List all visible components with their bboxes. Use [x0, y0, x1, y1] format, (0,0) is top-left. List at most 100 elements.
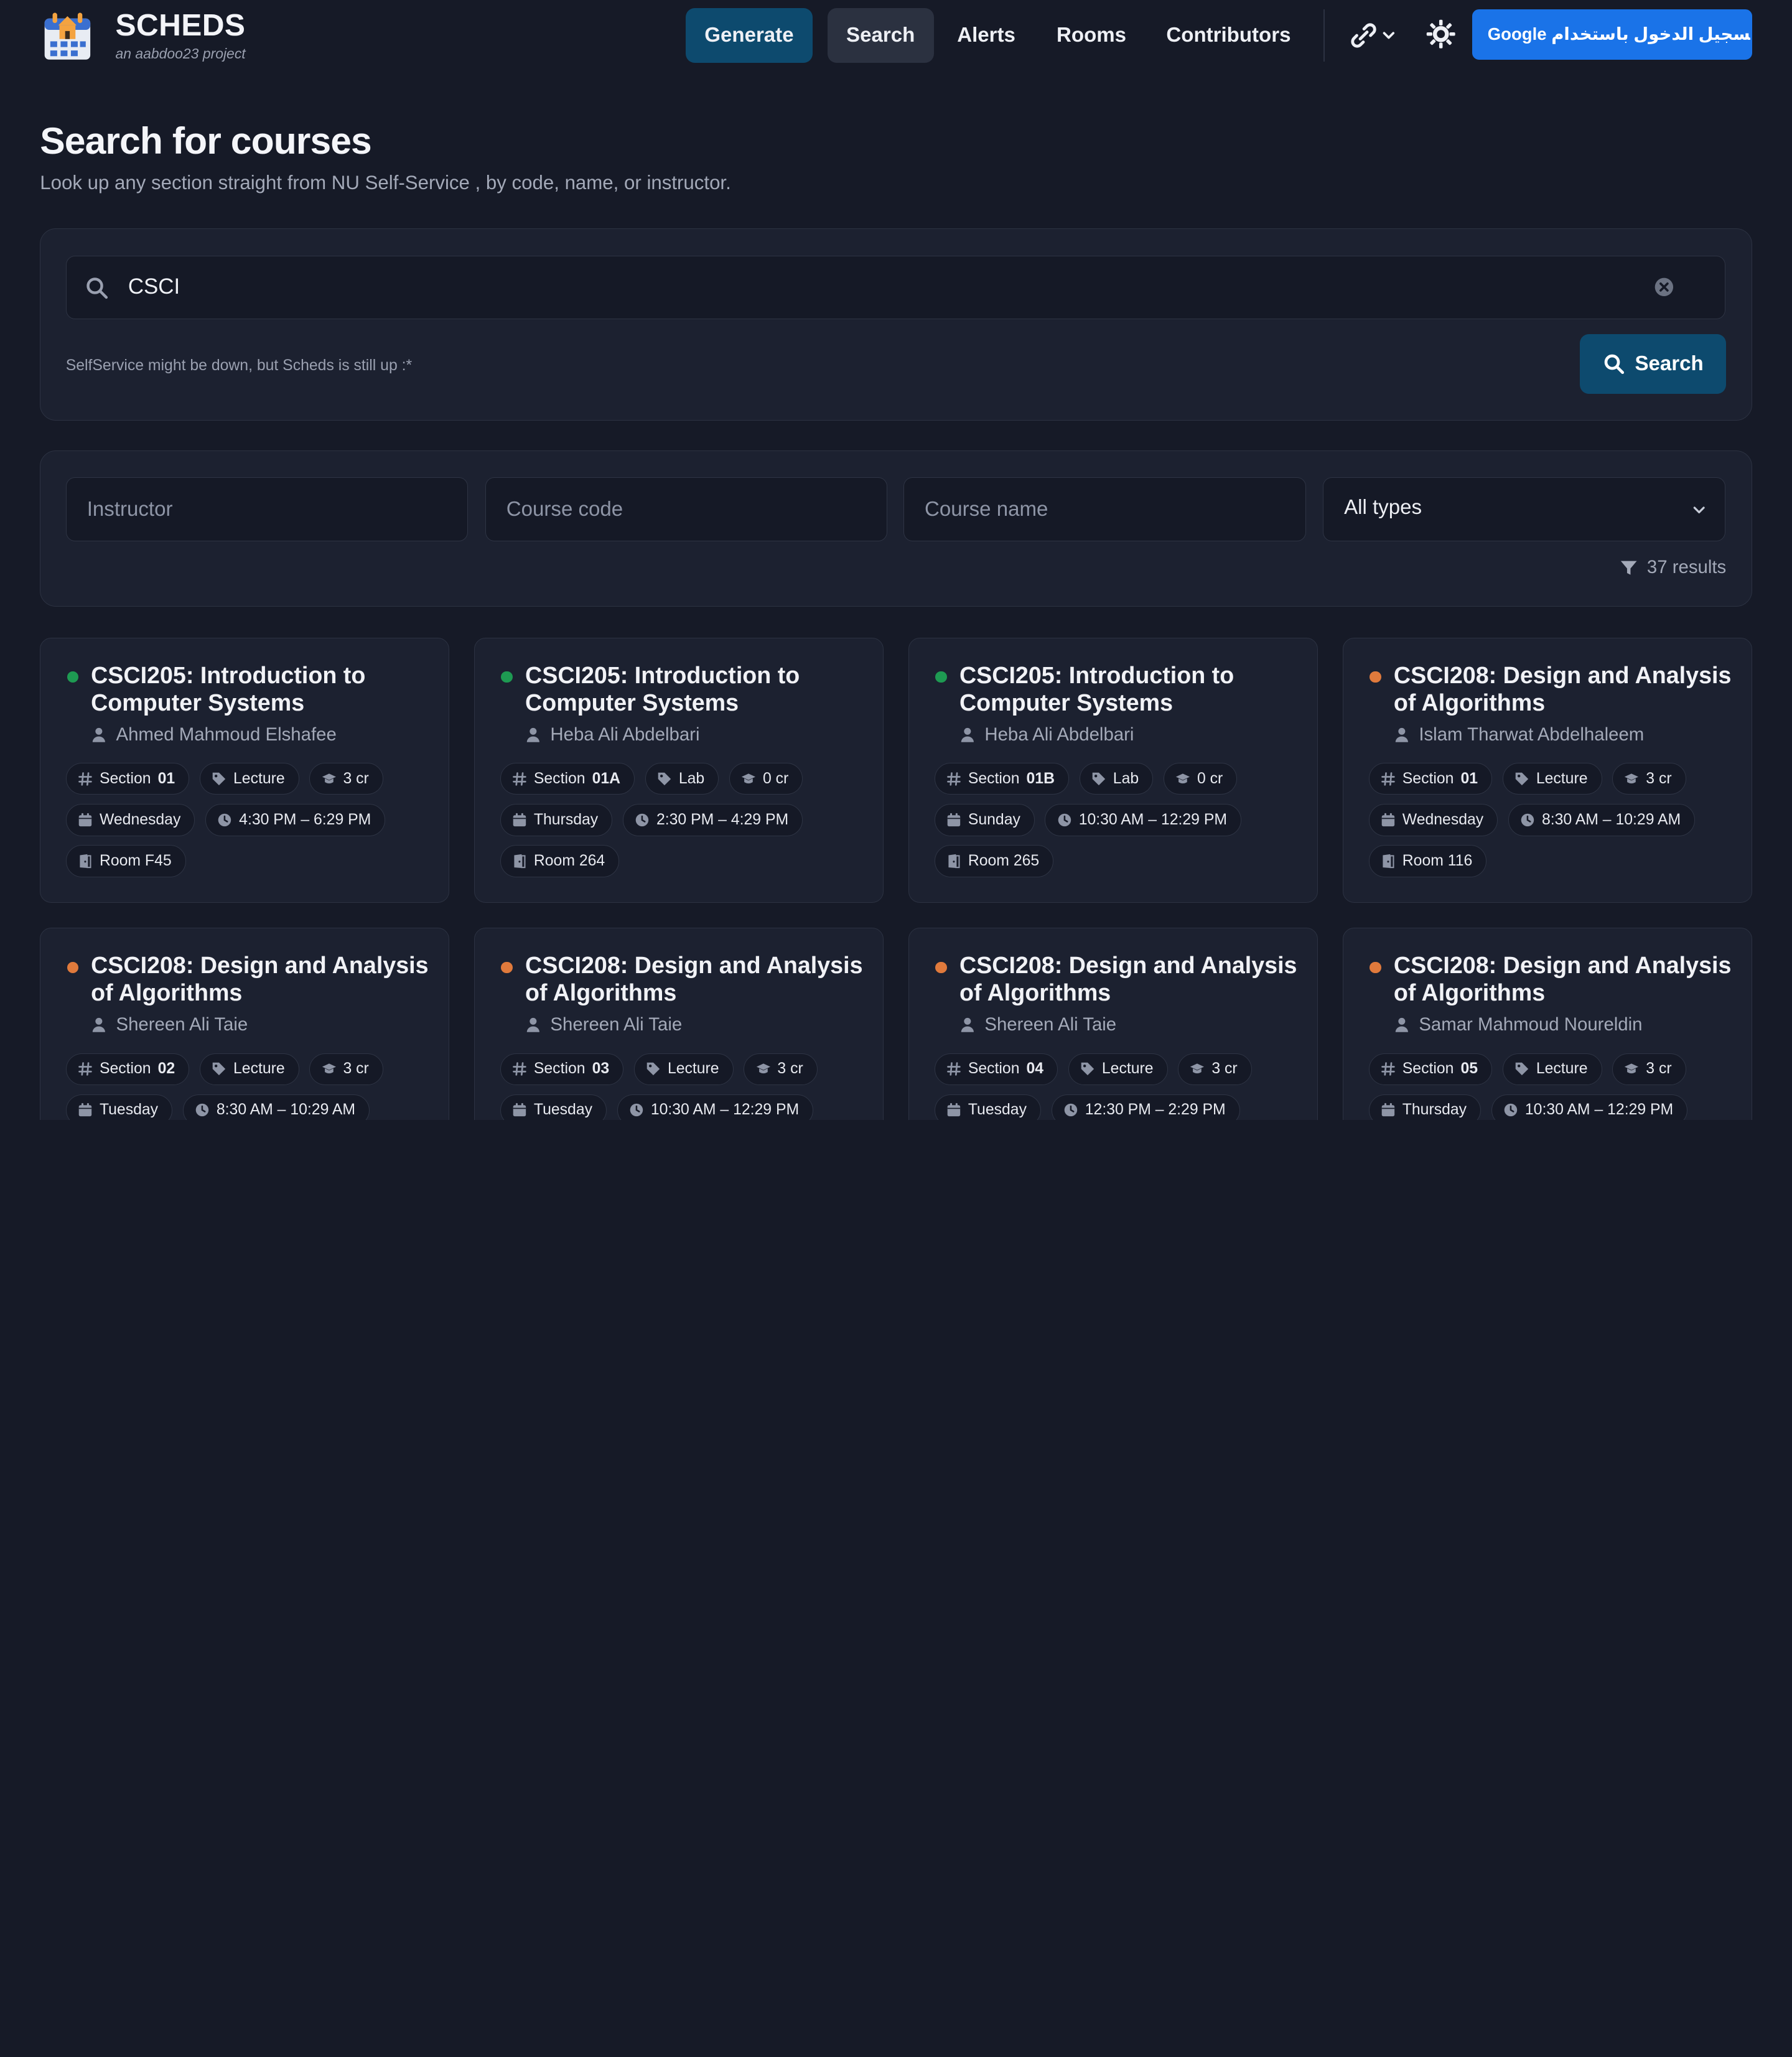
chip-row: Tuesday 12:30 PM – 2:29 PM [934, 1094, 1240, 1120]
chevron-down-icon [1383, 32, 1394, 39]
course-code-input[interactable] [506, 493, 861, 526]
calendar-icon [513, 1103, 526, 1117]
instructor-line: Ahmed Mahmoud Elshafee [91, 724, 337, 745]
status-dot [935, 961, 947, 973]
person-icon [1395, 1018, 1408, 1033]
nav-search-button[interactable]: Search [827, 7, 934, 63]
section-number: 01 [1460, 770, 1478, 787]
day-label: Tuesday [533, 1101, 593, 1119]
brand-subtitle: an aabdoo23 project [115, 45, 246, 62]
hash-icon [78, 772, 92, 786]
search-icon [1604, 354, 1625, 374]
time-chip: 8:30 AM – 10:29 AM [1508, 804, 1696, 836]
credits-chip: 3 cr [1612, 763, 1686, 795]
google-signin-button[interactable]: تسجيل الدخول باستخدام Google [1472, 9, 1752, 60]
search-button-label: Search [1635, 352, 1704, 376]
chip-row: Section 05 Lecture 3 cr [1368, 1053, 1686, 1085]
time-label: 2:30 PM – 4:29 PM [656, 811, 789, 828]
day-label: Tuesday [968, 1101, 1027, 1119]
clock-icon [195, 1104, 209, 1117]
type-select[interactable]: All types [1323, 477, 1725, 541]
type-label: Lecture [667, 1060, 719, 1078]
day-chip: Tuesday [934, 1094, 1041, 1120]
nav-rooms-button[interactable]: Rooms [1042, 8, 1141, 63]
clock-icon [1504, 1104, 1518, 1117]
search-input[interactable] [128, 269, 1614, 304]
section-number: 04 [1026, 1060, 1044, 1078]
day-chip: Wednesday [1368, 804, 1498, 836]
chip-row: Section 01 Lecture 3 cr [1368, 763, 1686, 795]
graduation-cap-icon [1625, 773, 1639, 784]
brand-title[interactable]: SCHEDS [116, 7, 246, 43]
navbar: SCHEDS an aabdoo23 project Generate Sear… [0, 0, 1792, 71]
results-count-label: 37 results [1646, 557, 1727, 578]
nav-contributors-button[interactable]: Contributors [1152, 8, 1305, 63]
time-chip: 8:30 AM – 10:29 AM [182, 1094, 370, 1120]
instructor-name: Heba Ali Abdelbari [550, 724, 700, 745]
theme-toggle-sun-icon[interactable] [1425, 18, 1457, 50]
course-card[interactable]: CSCI208: Design and Analysis of Algorith… [908, 928, 1318, 1120]
section-label: Section [533, 770, 586, 787]
chevron-down-icon [1694, 506, 1706, 513]
course-name-input[interactable] [925, 493, 1279, 526]
status-dot [67, 961, 78, 973]
person-icon [961, 1018, 974, 1033]
nav-generate-button[interactable]: Generate [686, 7, 813, 63]
clock-icon [1521, 813, 1534, 827]
day-label: Wednesday [1402, 811, 1484, 828]
links-dropdown[interactable] [1346, 19, 1404, 51]
page: SCHEDS an aabdoo23 project Generate Sear… [0, 0, 1792, 1120]
day-label: Thursday [1402, 1101, 1467, 1119]
section-label: Section [1402, 770, 1454, 787]
day-chip: Thursday [500, 804, 613, 836]
time-chip: 4:30 PM – 6:29 PM [205, 804, 386, 836]
chip-row: Wednesday 4:30 PM – 6:29 PM [65, 804, 386, 836]
calendar-icon [1381, 1103, 1395, 1117]
person-icon [961, 727, 974, 742]
course-card[interactable]: CSCI205: Introduction to Computer System… [908, 637, 1318, 903]
search-button[interactable]: Search [1580, 334, 1727, 394]
graduation-cap-icon [1190, 1063, 1205, 1074]
room-chip: Room 264 [500, 845, 620, 877]
instructor-name: Samar Mahmoud Noureldin [1419, 1014, 1643, 1035]
type-chip: Lab [1079, 763, 1154, 795]
course-card[interactable]: CSCI205: Introduction to Computer System… [474, 637, 884, 903]
clear-search-icon[interactable] [1653, 276, 1676, 299]
graduation-cap-icon [322, 1063, 336, 1074]
course-card[interactable]: CSCI208: Design and Analysis of Algorith… [1343, 637, 1752, 903]
instructor-filter [65, 477, 469, 541]
type-chip: Lab [645, 763, 719, 795]
calendar-school-logo-icon[interactable] [42, 9, 93, 62]
hash-icon [947, 1062, 961, 1076]
chip-row: Thursday 2:30 PM – 4:29 PM [500, 804, 803, 836]
chip-row: Room 265 [934, 845, 1054, 877]
day-chip: Thursday [1368, 1094, 1482, 1120]
course-card[interactable]: CSCI208: Design and Analysis of Algorith… [474, 928, 884, 1120]
course-title: CSCI208: Design and Analysis of Algorith… [525, 952, 863, 1006]
section-label: Section [99, 770, 151, 787]
chip-row: Room 116 [1368, 845, 1487, 877]
course-title: CSCI208: Design and Analysis of Algorith… [1393, 661, 1732, 716]
link-icon [1351, 23, 1376, 48]
tag-icon [646, 1063, 660, 1076]
course-card[interactable]: CSCI208: Design and Analysis of Algorith… [1343, 928, 1752, 1120]
type-chip: Lecture [199, 763, 299, 795]
instructor-input[interactable] [86, 493, 442, 526]
nav-divider [1323, 9, 1325, 62]
person-icon [526, 727, 539, 742]
course-title: CSCI205: Introduction to Computer System… [91, 661, 366, 716]
instructor-line: Shereen Ali Taie [959, 1014, 1116, 1035]
day-label: Thursday [533, 811, 599, 828]
time-chip: 10:30 AM – 12:29 PM [1491, 1094, 1688, 1120]
course-card[interactable]: CSCI208: Design and Analysis of Algorith… [40, 928, 449, 1120]
instructor-name: Islam Tharwat Abdelhaleem [1419, 724, 1645, 745]
section-label: Section [968, 770, 1020, 787]
status-dot [1370, 961, 1381, 973]
time-chip: 12:30 PM – 2:29 PM [1051, 1094, 1240, 1120]
instructor-line: Islam Tharwat Abdelhaleem [1394, 724, 1644, 745]
instructor-line: Heba Ali Abdelbari [525, 724, 700, 745]
course-card[interactable]: CSCI205: Introduction to Computer System… [40, 637, 449, 903]
chip-row: Section 01 Lecture 3 cr [65, 763, 383, 795]
calendar-icon [78, 1103, 92, 1117]
nav-alerts-button[interactable]: Alerts [941, 8, 1030, 63]
